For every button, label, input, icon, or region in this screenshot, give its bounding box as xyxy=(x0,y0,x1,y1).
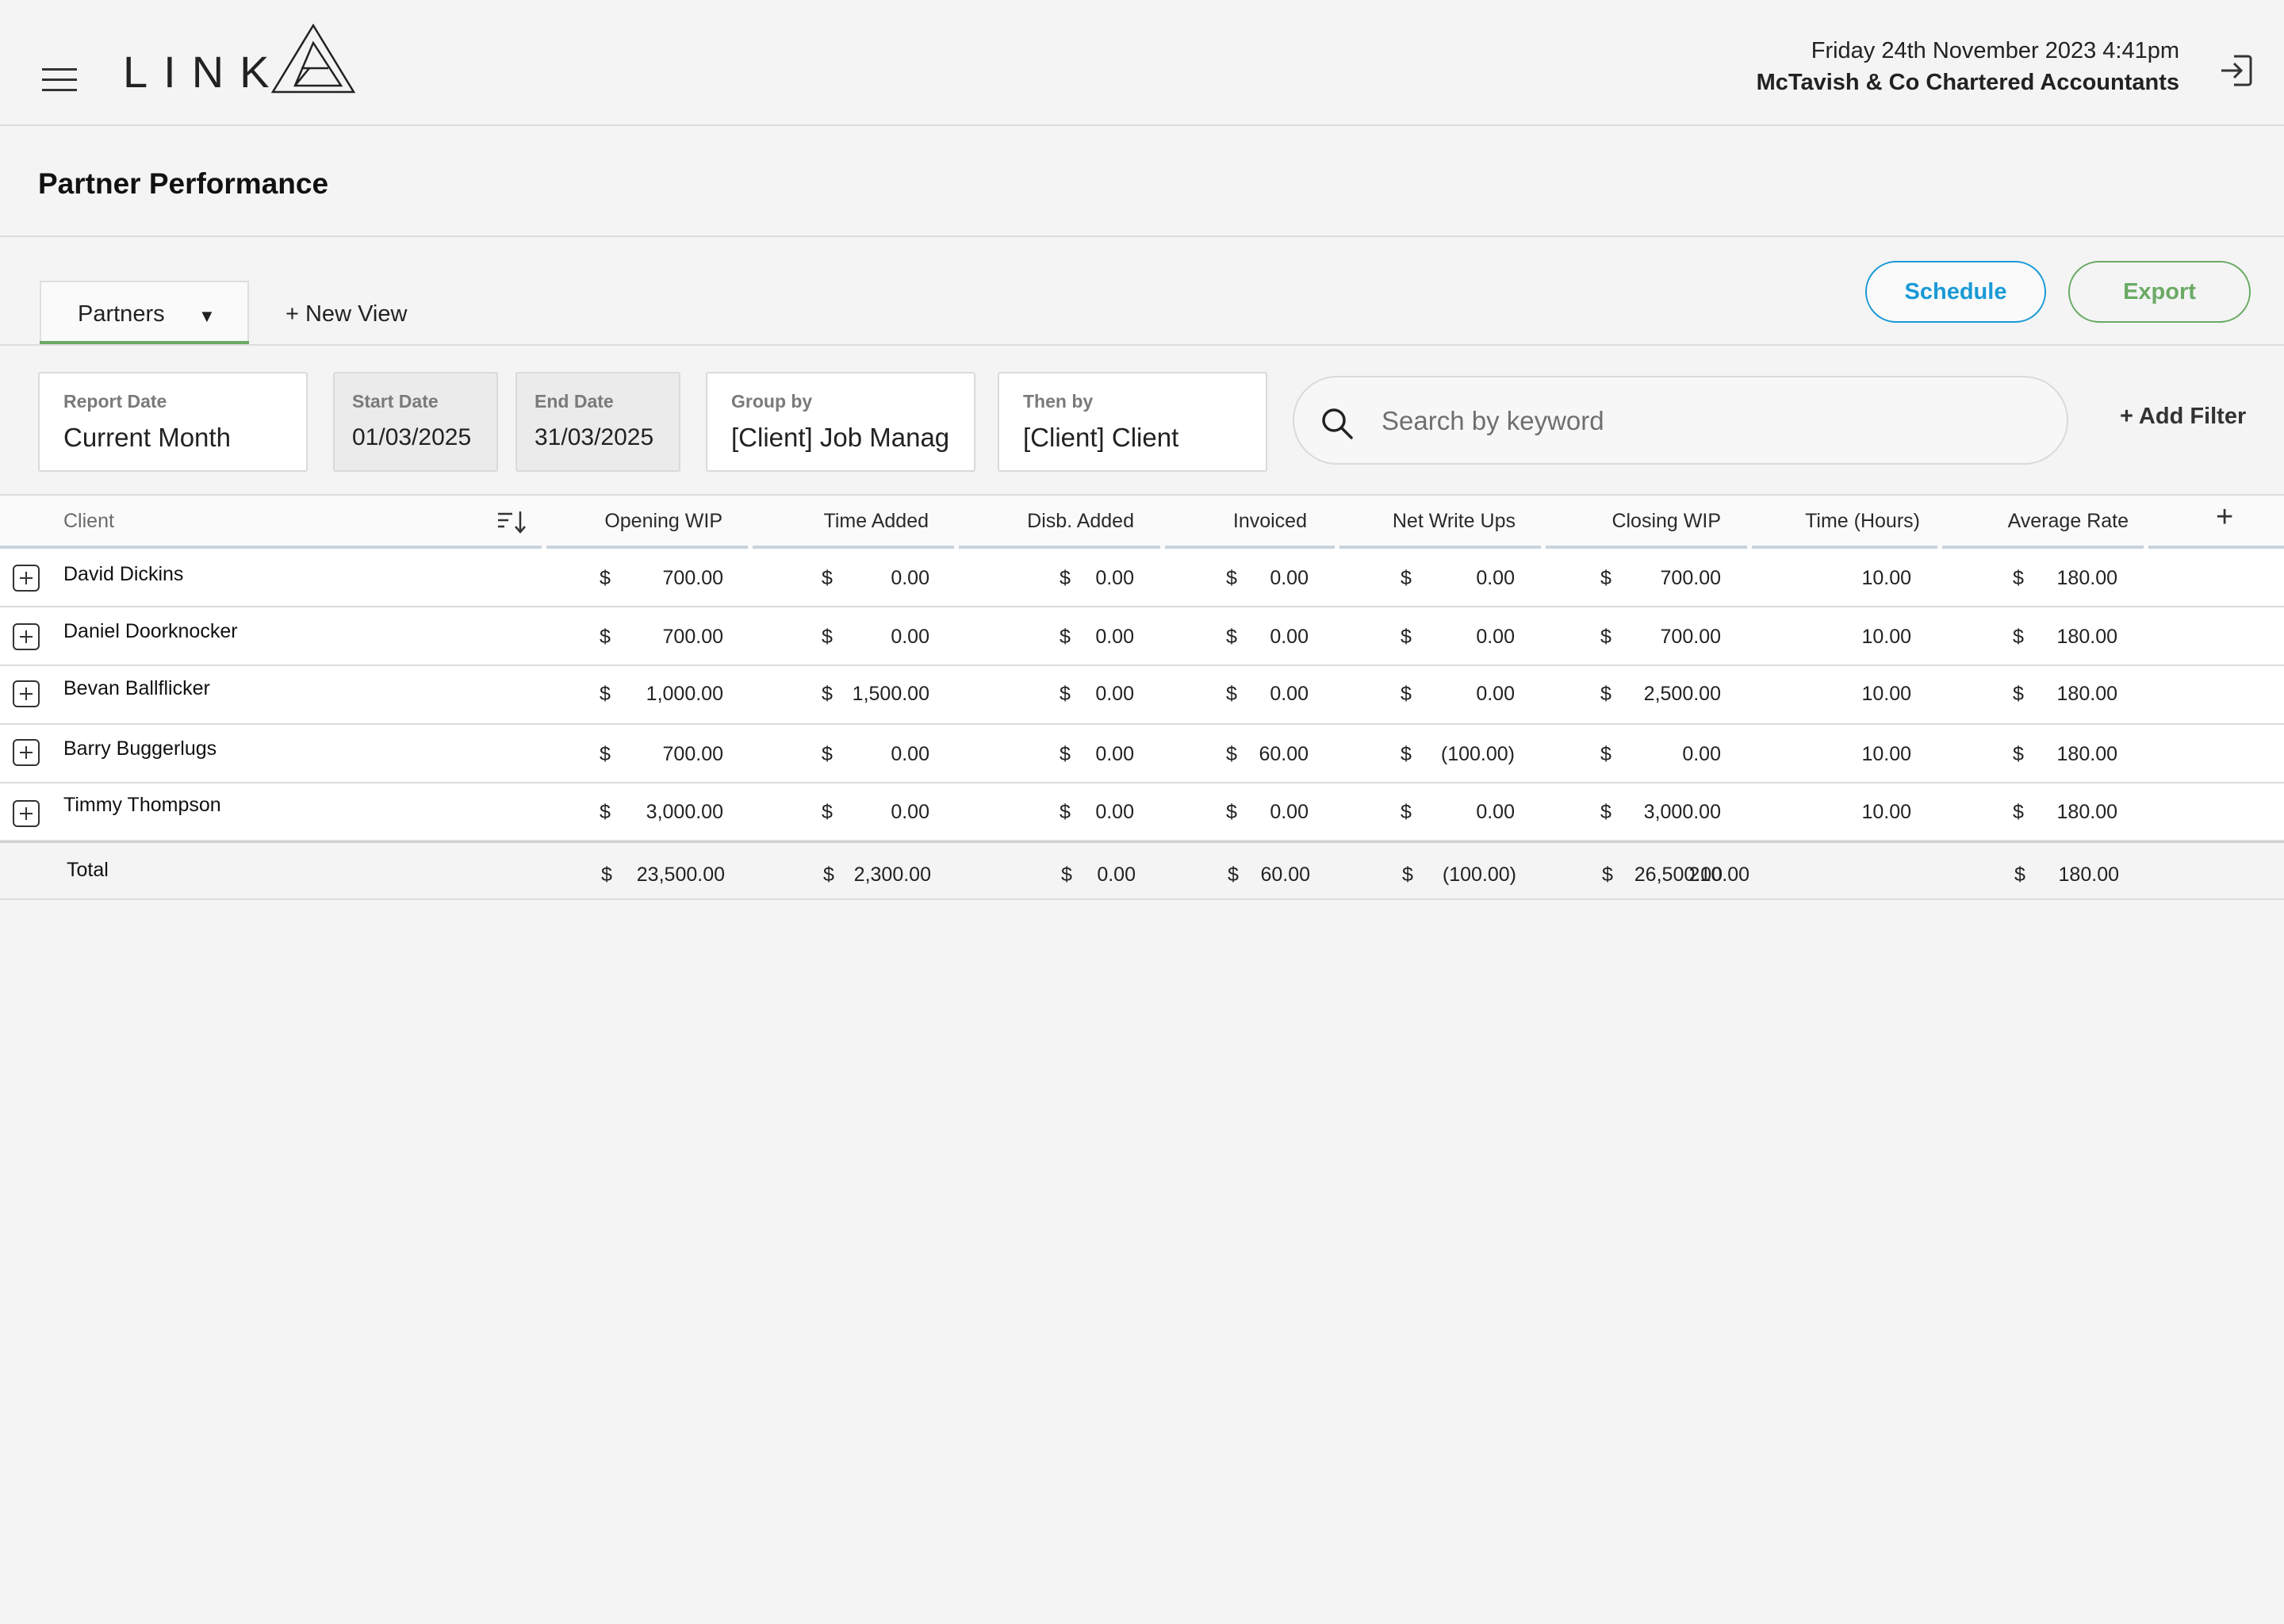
search-icon xyxy=(1322,408,1353,439)
title-bar: Partner Performance xyxy=(0,126,2284,237)
schedule-button[interactable]: Schedule xyxy=(1865,261,2046,323)
tab-partners[interactable]: Partners ▼ xyxy=(40,281,249,343)
sort-icon[interactable] xyxy=(496,509,528,534)
group-by-value: [Client] Job Manag xyxy=(731,423,950,452)
end-date-value: 31/03/2025 xyxy=(535,424,654,450)
add-filter-button[interactable]: + Add Filter xyxy=(2120,404,2246,430)
expand-row-icon[interactable] xyxy=(13,565,40,592)
column-header-time-added[interactable]: Time Added xyxy=(824,510,929,533)
table-row[interactable]: Daniel Doorknocker $700.00 $0.00 $0.00 $… xyxy=(0,607,2284,666)
total-label: Total xyxy=(67,859,109,881)
top-header: LINK Friday 24th November 2023 4:41pm Mc… xyxy=(0,0,2284,126)
column-header-time-hours[interactable]: Time (Hours) xyxy=(1805,510,1920,533)
client-name: Timmy Thompson xyxy=(63,794,221,816)
report-date-value: Current Month xyxy=(63,423,231,452)
start-date-value: 01/03/2025 xyxy=(352,424,472,450)
time-hours-total: 210.00 xyxy=(1688,864,1749,886)
start-date-filter[interactable]: Start Date 01/03/2025 xyxy=(333,372,498,472)
time-hours-cell: 10.00 xyxy=(1861,683,1911,705)
then-by-filter[interactable]: Then by [Client] Client xyxy=(998,372,1267,472)
column-header-opening-wip[interactable]: Opening WIP xyxy=(604,510,722,533)
time-hours-cell: 10.00 xyxy=(1861,801,1911,823)
add-column-icon[interactable]: + xyxy=(2216,500,2233,534)
report-date-filter[interactable]: Report Date Current Month xyxy=(38,372,308,472)
column-header-invoiced[interactable]: Invoiced xyxy=(1233,510,1307,533)
tab-partners-label: Partners xyxy=(78,301,165,327)
column-header-net-write-ups[interactable]: Net Write Ups xyxy=(1393,510,1516,533)
column-header-client[interactable]: Client xyxy=(63,510,114,533)
time-hours-cell: 10.00 xyxy=(1861,743,1911,765)
client-name: Bevan Ballflicker xyxy=(63,677,210,699)
group-by-label: Group by xyxy=(731,391,813,412)
header-datetime: Friday 24th November 2023 4:41pm xyxy=(1811,38,2179,63)
table-row[interactable]: Bevan Ballflicker $1,000.00 $1,500.00 $0… xyxy=(0,666,2284,725)
table-row[interactable]: David Dickins $700.00 $0.00 $0.00 $0.00 … xyxy=(0,549,2284,607)
app-logo-text: LINK xyxy=(123,47,286,97)
column-header-average-rate[interactable]: Average Rate xyxy=(2008,510,2129,533)
table-row[interactable]: Timmy Thompson $3,000.00 $0.00 $0.00 $0.… xyxy=(0,783,2284,841)
start-date-label: Start Date xyxy=(352,391,439,412)
report-date-label: Report Date xyxy=(63,391,167,412)
expand-row-icon[interactable] xyxy=(13,680,40,707)
client-name: Barry Buggerlugs xyxy=(63,737,217,760)
total-row: Total $23,500.00 $2,300.00 $0.00 $60.00 … xyxy=(0,841,2284,900)
expand-row-icon[interactable] xyxy=(13,800,40,827)
menu-icon[interactable] xyxy=(42,65,77,94)
new-view-button[interactable]: + New View xyxy=(286,301,407,327)
search-input[interactable] xyxy=(1382,400,2032,442)
group-by-filter[interactable]: Group by [Client] Job Manag xyxy=(706,372,975,472)
column-header-disb-added[interactable]: Disb. Added xyxy=(1027,510,1134,533)
client-name: David Dickins xyxy=(63,563,184,585)
logo-mark-icon xyxy=(271,24,355,94)
column-header-closing-wip[interactable]: Closing WIP xyxy=(1611,510,1721,533)
caret-down-icon[interactable]: ▼ xyxy=(198,306,216,327)
table-header: Client Opening WIP Time Added Disb. Adde… xyxy=(0,494,2284,550)
logout-icon[interactable] xyxy=(2217,52,2255,90)
page-title: Partner Performance xyxy=(38,167,329,200)
time-hours-cell: 10.00 xyxy=(1861,626,1911,648)
expand-row-icon[interactable] xyxy=(13,739,40,766)
export-button[interactable]: Export xyxy=(2068,261,2251,323)
table-row[interactable]: Barry Buggerlugs $700.00 $0.00 $0.00 $60… xyxy=(0,725,2284,783)
end-date-filter[interactable]: End Date 31/03/2025 xyxy=(515,372,680,472)
search-box xyxy=(1293,376,2068,465)
end-date-label: End Date xyxy=(535,391,614,412)
then-by-value: [Client] Client xyxy=(1023,423,1179,452)
time-hours-cell: 10.00 xyxy=(1861,567,1911,589)
expand-row-icon[interactable] xyxy=(13,623,40,650)
header-firm-name: McTavish & Co Chartered Accountants xyxy=(1756,70,2179,95)
then-by-label: Then by xyxy=(1023,391,1094,412)
tabs-divider xyxy=(0,344,2284,346)
client-name: Daniel Doorknocker xyxy=(63,620,238,642)
